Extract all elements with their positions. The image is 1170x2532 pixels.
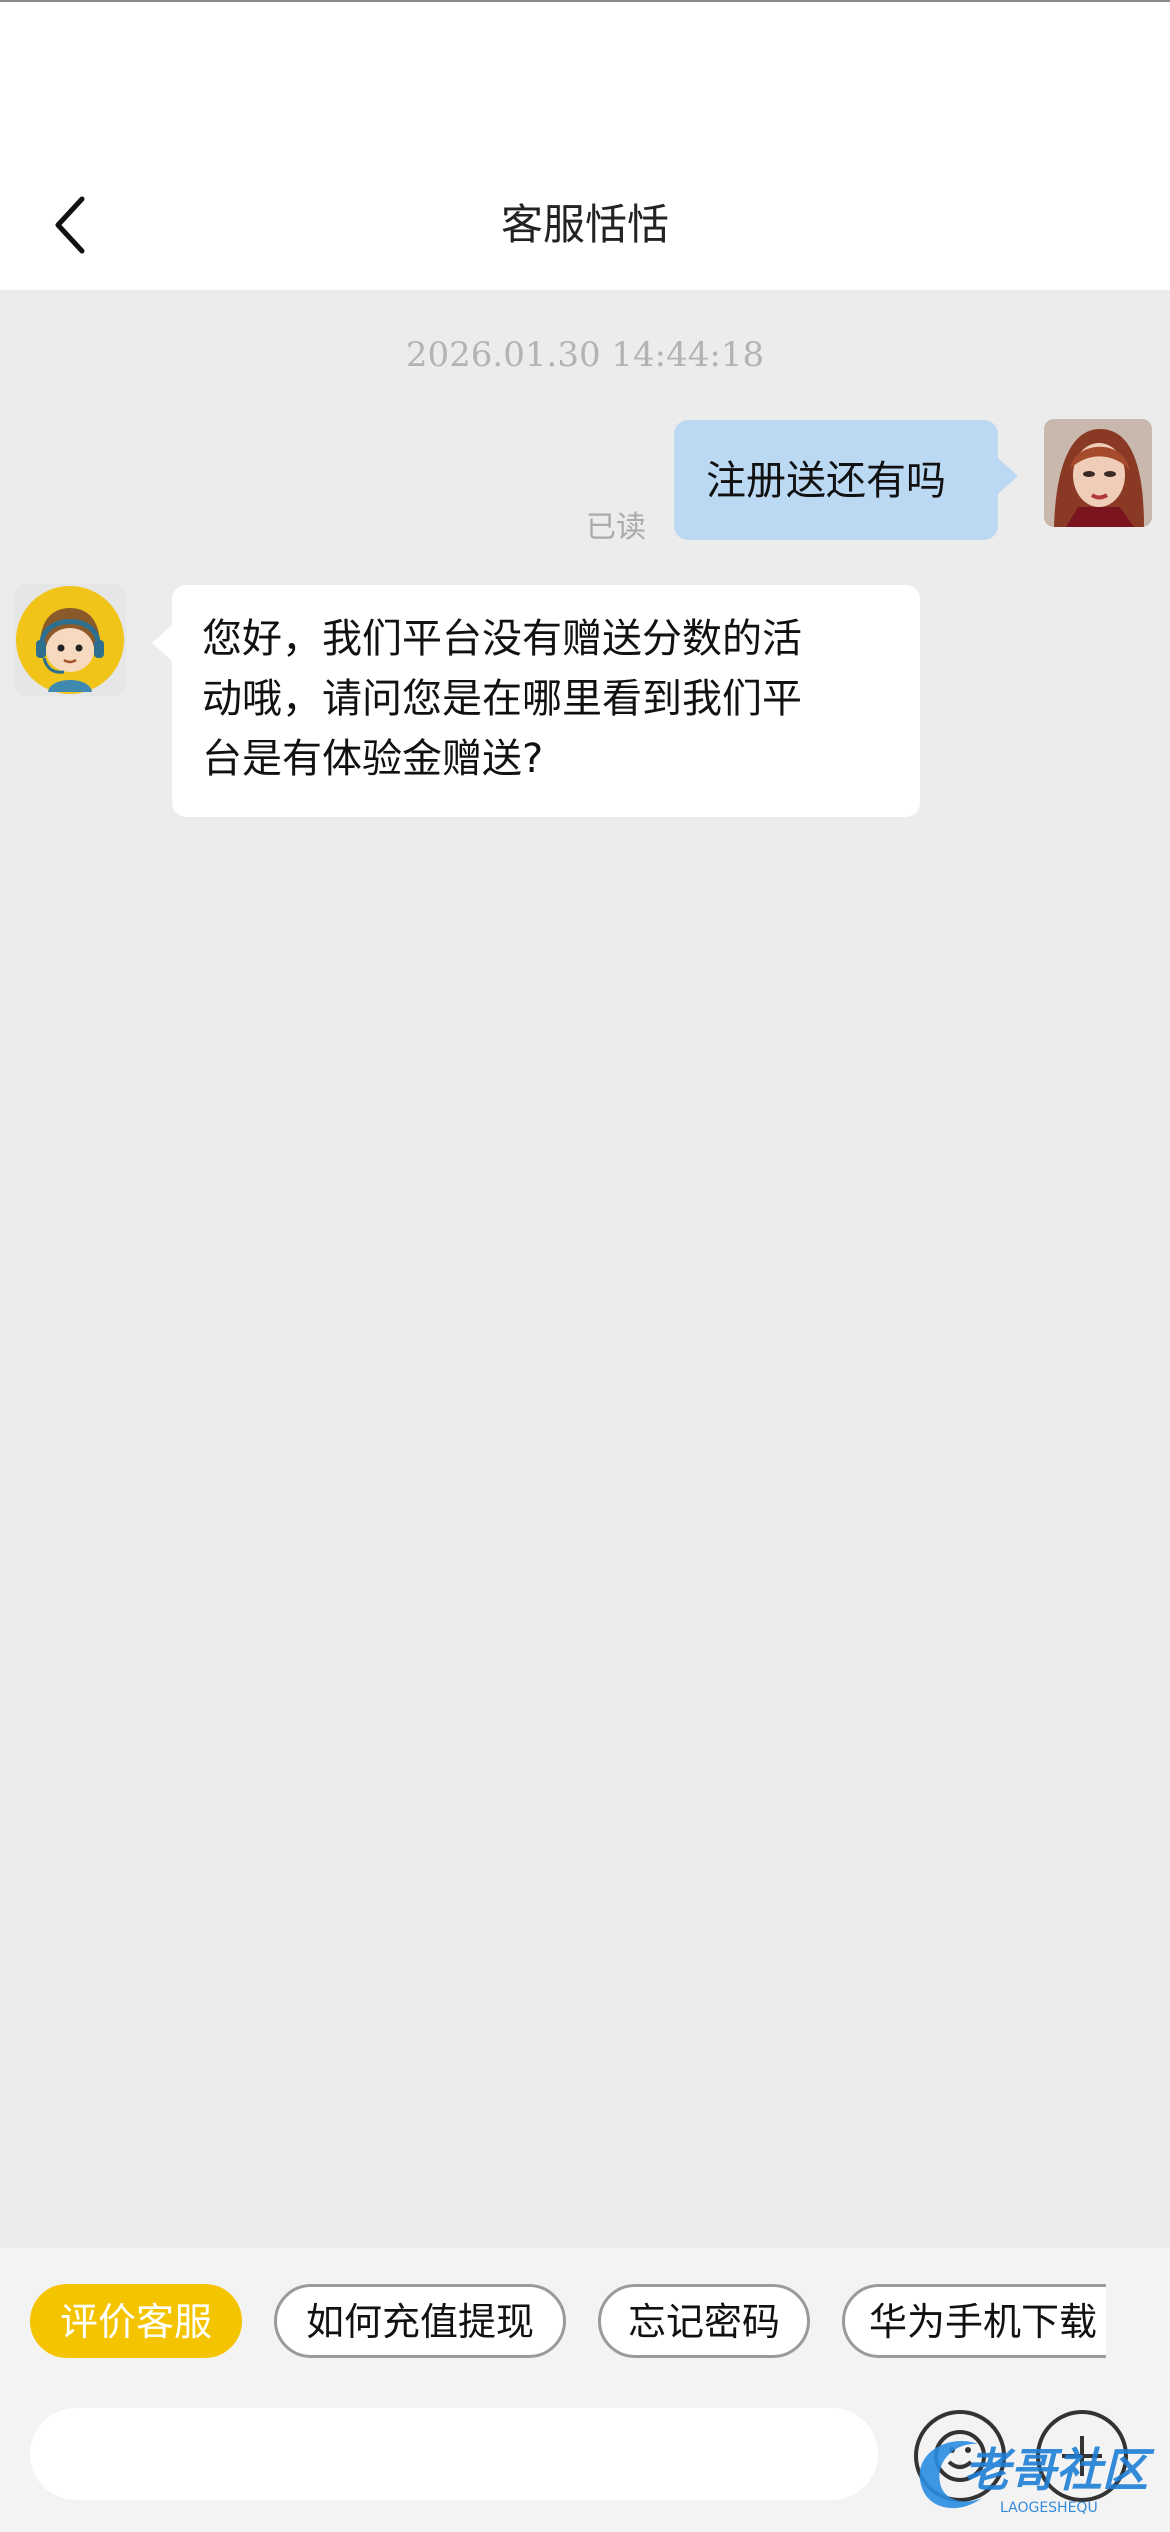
user-message-text: 注册送还有吗 xyxy=(706,458,946,504)
agent-message-line: 台是有体验金赠送? xyxy=(202,736,544,782)
nav-bar: 客服恬恬 xyxy=(0,160,1170,290)
status-bar xyxy=(0,0,1170,160)
quick-reply-deposit-withdraw[interactable]: 如何充值提现 xyxy=(274,2284,566,2358)
agent-message-line: 动哦，请问您是在哪里看到我们平 xyxy=(202,676,802,722)
agent-avatar-headset-icon xyxy=(16,586,124,694)
watermark-logo: 老哥社区 LAOGESHEQU xyxy=(919,2441,1155,2516)
read-status: 已读 xyxy=(586,510,646,545)
user-avatar[interactable] xyxy=(1044,419,1152,527)
user-avatar-portrait-icon xyxy=(1044,419,1152,527)
user-message-bubble[interactable]: 注册送还有吗 xyxy=(674,420,1018,540)
quick-reply-rate-service[interactable]: 评价客服 xyxy=(30,2284,242,2358)
bottom-panel: 评价客服 如何充值提现 忘记密码 华为手机下载 老哥社区 LAOGESHEQU xyxy=(0,2248,1170,2532)
agent-avatar[interactable] xyxy=(14,584,126,696)
message-timestamp: 2026.01.30 14:44:18 xyxy=(405,335,765,375)
quick-reply-huawei-download[interactable]: 华为手机下载 xyxy=(842,2284,1106,2358)
agent-message-line: 您好，我们平台没有赠送分数的活 xyxy=(202,616,802,662)
svg-text:老哥社区: 老哥社区 xyxy=(964,2443,1155,2497)
page-title: 客服恬恬 xyxy=(500,200,669,249)
chat-area[interactable]: 2026.01.30 14:44:18 注册送还有吗 已读 您好，我们平台没有赠… xyxy=(0,290,1170,2248)
message-input[interactable] xyxy=(30,2408,878,2500)
quick-reply-bar[interactable]: 评价客服 如何充值提现 忘记密码 华为手机下载 xyxy=(30,2284,1106,2364)
quick-reply-forgot-password[interactable]: 忘记密码 xyxy=(598,2284,810,2358)
agent-message-bubble[interactable]: 您好，我们平台没有赠送分数的活 动哦，请问您是在哪里看到我们平 台是有体验金赠送… xyxy=(152,585,920,817)
svg-text:LAOGESHEQU: LAOGESHEQU xyxy=(1000,2500,1098,2516)
